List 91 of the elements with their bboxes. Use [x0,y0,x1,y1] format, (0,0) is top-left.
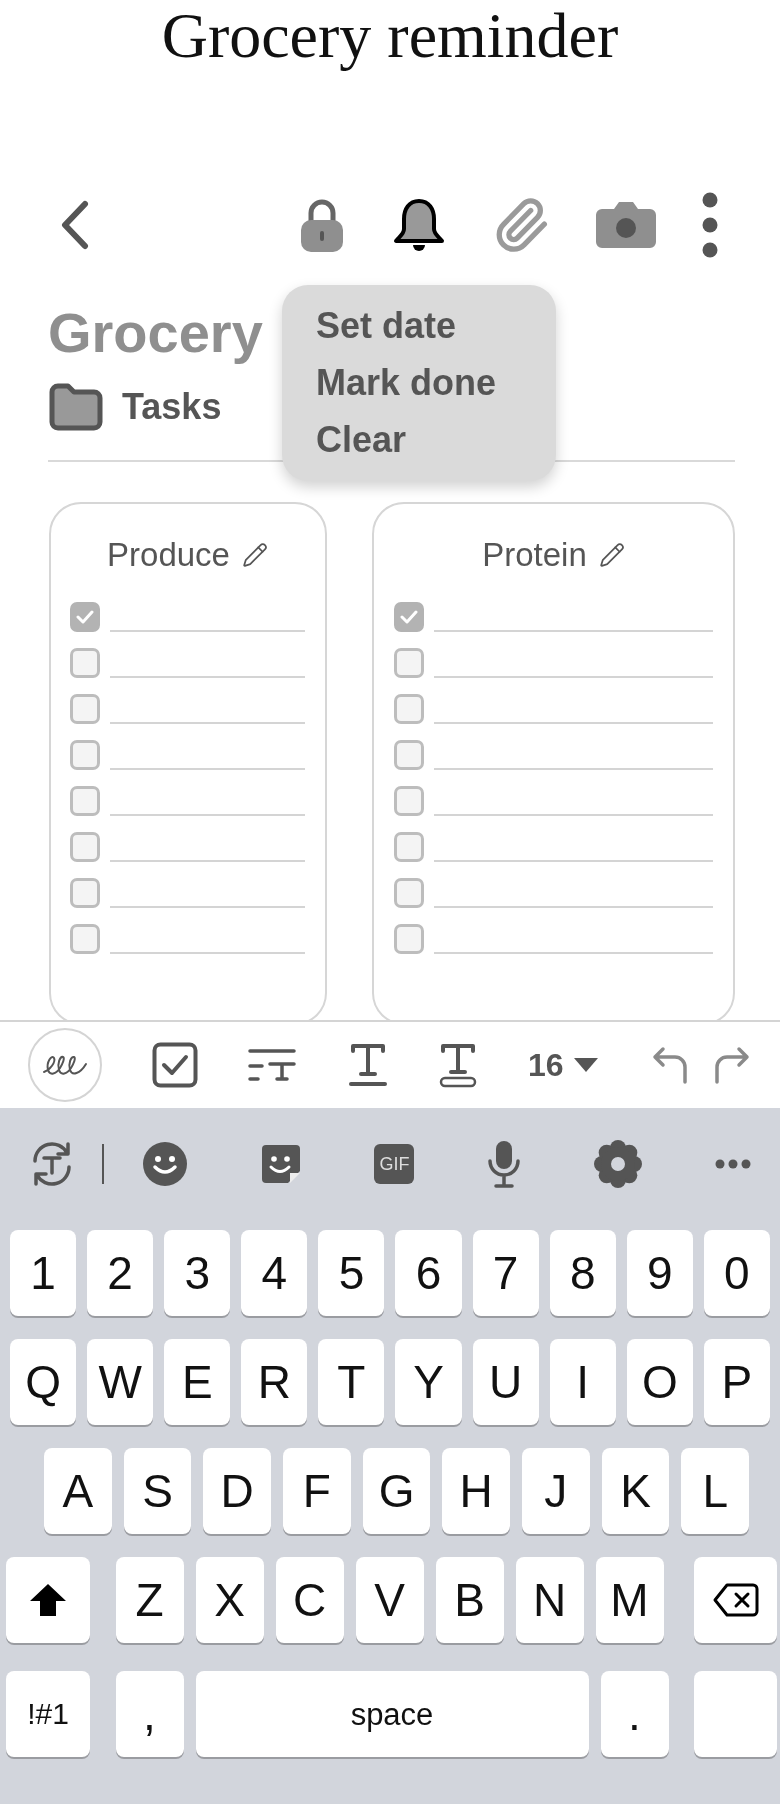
key[interactable]: 5 [318,1230,385,1316]
key[interactable]: 7 [472,1230,539,1316]
key[interactable]: I [549,1339,616,1425]
backspace-icon [712,1583,759,1617]
text-style-icon[interactable] [248,1047,298,1083]
checkbox[interactable] [70,924,100,954]
font-size-dropdown[interactable]: 16 [528,1049,598,1081]
app-title: Grocery reminder [161,4,619,73]
key[interactable]: P [703,1339,770,1425]
symbols-key[interactable]: !#1 [6,1671,90,1757]
check-icon [76,610,94,624]
more-horizontal-icon[interactable] [714,1159,751,1169]
check-icon [400,610,418,624]
key[interactable]: , [115,1671,184,1757]
redo-icon[interactable] [712,1045,751,1085]
gif-button[interactable]: GIF [374,1144,415,1184]
key[interactable]: D [203,1448,271,1534]
camera-icon[interactable] [594,200,658,250]
microphone-icon[interactable] [486,1139,521,1189]
checkbox[interactable] [70,694,100,724]
chevron-left-icon[interactable] [60,200,90,250]
checkbox[interactable] [394,786,424,816]
folder-name[interactable]: Tasks [122,380,222,434]
key[interactable]: 4 [241,1230,308,1316]
card-title: Protein [482,535,587,575]
checkbox[interactable] [70,786,100,816]
emoji-icon[interactable] [142,1141,188,1187]
more-vertical-icon[interactable] [702,192,718,258]
key[interactable]: 0 [703,1230,770,1316]
key[interactable]: O [626,1339,693,1425]
key[interactable]: C [275,1557,344,1643]
key[interactable]: J [522,1448,590,1534]
key[interactable]: 2 [87,1230,154,1316]
checkbox[interactable] [70,648,100,678]
key[interactable]: 8 [549,1230,616,1316]
checkbox[interactable] [70,878,100,908]
key[interactable]: Z [115,1557,184,1643]
key[interactable]: X [195,1557,264,1643]
key[interactable]: V [355,1557,424,1643]
checkbox[interactable] [70,832,100,862]
card-title: Produce [107,535,230,575]
handwriting-icon[interactable] [28,1028,102,1102]
checkbox-icon[interactable] [152,1042,198,1088]
backspace-key[interactable] [694,1557,777,1643]
checkbox[interactable] [70,602,100,632]
key[interactable]: . [600,1671,669,1757]
key[interactable]: T [318,1339,385,1425]
key[interactable]: S [123,1448,192,1534]
key[interactable]: H [442,1448,511,1534]
highlight-icon[interactable] [438,1042,478,1088]
key[interactable]: N [515,1557,584,1643]
checkbox[interactable] [394,694,424,724]
sticker-icon[interactable] [260,1143,303,1185]
blank-key[interactable] [694,1671,777,1757]
key[interactable]: G [362,1448,431,1534]
key[interactable]: 1 [10,1230,77,1316]
menu-item[interactable]: Clear [316,411,407,468]
caret-icon [573,1058,598,1072]
key[interactable]: R [241,1339,308,1425]
key[interactable]: U [472,1339,539,1425]
underline-icon[interactable] [348,1042,388,1088]
undo-icon[interactable] [650,1045,689,1085]
key[interactable]: Q [10,1339,77,1425]
checkbox[interactable] [394,924,424,954]
key[interactable]: E [164,1339,231,1425]
checkbox[interactable] [394,878,424,908]
shift-key[interactable] [6,1557,90,1643]
settings-icon[interactable] [592,1139,643,1189]
arrow-up-icon [29,1583,67,1617]
key[interactable]: W [87,1339,154,1425]
checkbox[interactable] [394,602,424,632]
checkbox[interactable] [394,740,424,770]
checkbox[interactable] [70,740,100,770]
menu-item[interactable]: Set date [316,297,457,354]
key[interactable]: 6 [395,1230,462,1316]
key[interactable]: A [44,1448,112,1534]
key[interactable]: M [595,1557,664,1643]
key[interactable]: K [601,1448,670,1534]
key[interactable]: L [681,1448,750,1534]
key[interactable]: F [283,1448,351,1534]
key[interactable]: 3 [164,1230,231,1316]
key[interactable]: B [435,1557,504,1643]
pencil-icon[interactable] [241,542,268,568]
checkbox[interactable] [394,648,424,678]
key[interactable]: Y [395,1339,462,1425]
key[interactable]: 9 [626,1230,693,1316]
menu-item[interactable]: Mark done [316,354,497,411]
pencil-icon[interactable] [598,542,625,568]
folder-icon [48,382,104,432]
space-key[interactable]: space [195,1671,589,1757]
checkbox[interactable] [394,832,424,862]
